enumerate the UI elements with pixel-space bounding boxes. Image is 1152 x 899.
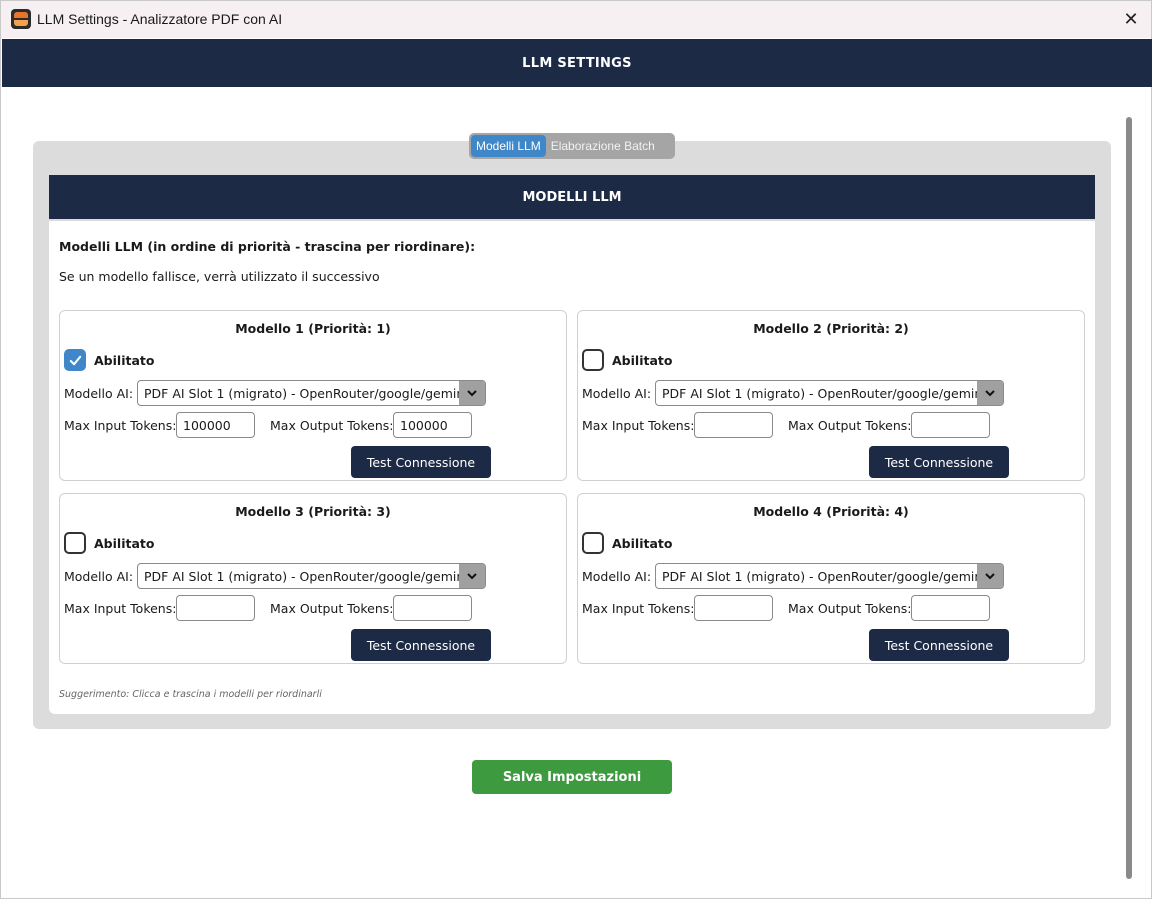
max-input-label: Max Input Tokens: xyxy=(64,418,177,433)
chevron-down-icon xyxy=(467,573,477,580)
test-connection-button[interactable]: Test Connessione xyxy=(351,446,491,478)
max-input-label: Max Input Tokens: xyxy=(582,418,695,433)
enabled-row: Abilitato xyxy=(64,532,154,554)
title-bar[interactable]: LLM Settings - Analizzatore PDF con AI ✕ xyxy=(1,1,1151,38)
enabled-row: Abilitato xyxy=(582,349,672,371)
model-card-1[interactable]: Modello 1 (Priorità: 1) Abilitato Modell… xyxy=(59,310,567,481)
max-output-field[interactable] xyxy=(911,412,990,438)
model-card-4[interactable]: Modello 4 (Priorità: 4) Abilitato Modell… xyxy=(577,493,1085,664)
max-input-label: Max Input Tokens: xyxy=(582,601,695,616)
tab-modelli-llm[interactable]: Modelli LLM xyxy=(471,135,546,157)
max-output-field[interactable] xyxy=(911,595,990,621)
model-ai-select[interactable]: PDF AI Slot 1 (migrato) - OpenRouter/goo… xyxy=(655,380,1004,406)
checkmark-icon xyxy=(69,355,81,365)
dropdown-button[interactable] xyxy=(459,564,485,588)
settings-window: LLM Settings - Analizzatore PDF con AI ✕… xyxy=(0,0,1152,899)
max-output-label: Max Output Tokens: xyxy=(270,418,394,433)
chevron-down-icon xyxy=(467,390,477,397)
enabled-label: Abilitato xyxy=(612,352,673,368)
model-ai-value: PDF AI Slot 1 (migrato) - OpenRouter/goo… xyxy=(662,568,977,584)
model-ai-label: Modello AI: xyxy=(582,569,652,584)
models-intro-title: Modelli LLM (in ordine di priorità - tra… xyxy=(59,239,476,254)
max-input-field[interactable] xyxy=(176,595,255,621)
max-input-label: Max Input Tokens: xyxy=(64,601,177,616)
model-card-title: Modello 1 (Priorità: 1) xyxy=(235,321,391,336)
model-ai-label: Modello AI: xyxy=(64,386,134,401)
close-button[interactable]: ✕ xyxy=(1111,1,1151,38)
model-card-title: Modello 4 (Priorità: 4) xyxy=(753,504,909,519)
model-ai-label: Modello AI: xyxy=(64,569,134,584)
tab-elaborazione-batch[interactable]: Elaborazione Batch xyxy=(546,135,660,157)
model-ai-value: PDF AI Slot 1 (migrato) - OpenRouter/goo… xyxy=(144,385,459,401)
page-header: LLM SETTINGS xyxy=(2,39,1152,87)
enabled-checkbox[interactable] xyxy=(64,349,86,371)
max-output-label: Max Output Tokens: xyxy=(788,601,912,616)
dropdown-button[interactable] xyxy=(977,564,1003,588)
page-title: LLM SETTINGS xyxy=(522,55,632,71)
chevron-down-icon xyxy=(985,573,995,580)
dropdown-button[interactable] xyxy=(459,381,485,405)
close-icon: ✕ xyxy=(1123,9,1139,30)
max-output-label: Max Output Tokens: xyxy=(270,601,394,616)
dropdown-button[interactable] xyxy=(977,381,1003,405)
enabled-checkbox[interactable] xyxy=(64,532,86,554)
scrollbar-thumb[interactable] xyxy=(1126,117,1132,879)
test-connection-button[interactable]: Test Connessione xyxy=(869,446,1009,478)
section-title: MODELLI LLM xyxy=(522,189,622,205)
app-icon xyxy=(11,9,31,29)
enabled-row: Abilitato xyxy=(582,532,672,554)
tab-bar: Modelli LLM Elaborazione Batch xyxy=(469,133,675,159)
model-ai-label: Modello AI: xyxy=(582,386,652,401)
model-ai-select[interactable]: PDF AI Slot 1 (migrato) - OpenRouter/goo… xyxy=(137,380,486,406)
test-connection-button[interactable]: Test Connessione xyxy=(351,629,491,661)
model-card-2[interactable]: Modello 2 (Priorità: 2) Abilitato Modell… xyxy=(577,310,1085,481)
max-input-field[interactable] xyxy=(176,412,255,438)
model-ai-select[interactable]: PDF AI Slot 1 (migrato) - OpenRouter/goo… xyxy=(655,563,1004,589)
reorder-hint: Suggerimento: Clicca e trascina i modell… xyxy=(59,689,322,700)
max-output-field[interactable] xyxy=(393,595,472,621)
model-card-3[interactable]: Modello 3 (Priorità: 3) Abilitato Modell… xyxy=(59,493,567,664)
test-connection-button[interactable]: Test Connessione xyxy=(869,629,1009,661)
chevron-down-icon xyxy=(985,390,995,397)
max-input-field[interactable] xyxy=(694,412,773,438)
model-ai-value: PDF AI Slot 1 (migrato) - OpenRouter/goo… xyxy=(144,568,459,584)
model-ai-select[interactable]: PDF AI Slot 1 (migrato) - OpenRouter/goo… xyxy=(137,563,486,589)
model-ai-value: PDF AI Slot 1 (migrato) - OpenRouter/goo… xyxy=(662,385,977,401)
enabled-checkbox[interactable] xyxy=(582,532,604,554)
enabled-label: Abilitato xyxy=(94,352,155,368)
models-intro-subtitle: Se un modello fallisce, verrà utilizzato… xyxy=(59,269,380,284)
max-input-field[interactable] xyxy=(694,595,773,621)
save-settings-button[interactable]: Salva Impostazioni xyxy=(472,760,672,794)
enabled-label: Abilitato xyxy=(612,535,673,551)
enabled-row: Abilitato xyxy=(64,349,154,371)
max-output-field[interactable] xyxy=(393,412,472,438)
model-card-title: Modello 3 (Priorità: 3) xyxy=(235,504,391,519)
window-title: LLM Settings - Analizzatore PDF con AI xyxy=(37,11,283,27)
section-header: MODELLI LLM xyxy=(49,175,1095,219)
enabled-checkbox[interactable] xyxy=(582,349,604,371)
max-output-label: Max Output Tokens: xyxy=(788,418,912,433)
model-card-title: Modello 2 (Priorità: 2) xyxy=(753,321,909,336)
enabled-label: Abilitato xyxy=(94,535,155,551)
